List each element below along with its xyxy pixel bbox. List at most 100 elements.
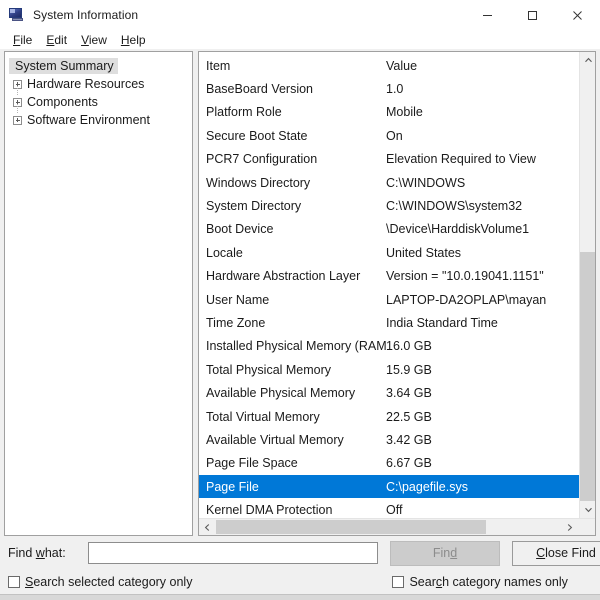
opt2-after: h category names only [442, 575, 568, 589]
cell-value: C:\pagefile.sys [386, 480, 579, 494]
search-category-names-option[interactable]: Search category names only [392, 575, 567, 589]
cell-value: 3.42 GB [386, 433, 595, 447]
tree-children: Hardware Resources Components Software Env… [5, 75, 192, 129]
table-row[interactable]: Platform RoleMobile [199, 101, 595, 124]
table-row[interactable]: Page FileC:\pagefile.sys [199, 475, 579, 498]
find-bar: Find what: Find Close Find [0, 536, 600, 570]
cell-item: Item [206, 59, 386, 73]
system-information-window: System Information File Edit View Help S… [0, 0, 600, 600]
cell-value: Elevation Required to View [386, 152, 595, 166]
close-button-accel: C [536, 546, 545, 560]
tree-item-hardware-resources[interactable]: Hardware Resources [5, 75, 192, 93]
cell-item: Secure Boot State [206, 129, 386, 143]
cell-value: LAPTOP-DA2OPLAP\mayan [386, 293, 595, 307]
cell-item: Installed Physical Memory (RAM) [206, 339, 386, 353]
menu-item-file[interactable]: File [7, 32, 38, 48]
cell-item: Available Physical Memory [206, 386, 386, 400]
find-label-accel: w [36, 546, 45, 560]
find-button-accel: d [450, 546, 457, 560]
opt1-after: earch selected category only [33, 575, 192, 589]
title-bar: System Information [0, 0, 600, 30]
find-input[interactable] [88, 542, 378, 564]
maximize-icon[interactable] [510, 0, 555, 30]
find-button[interactable]: Find [390, 541, 500, 566]
cell-item: Total Virtual Memory [206, 410, 386, 424]
menu-rest-file: ile [20, 33, 32, 47]
cell-item: BaseBoard Version [206, 82, 386, 96]
cell-value: Value [386, 59, 595, 73]
details-list-rows: ItemValueBaseBoard Version1.0Platform Ro… [199, 52, 595, 535]
table-row[interactable]: Total Physical Memory15.9 GB [199, 358, 595, 381]
table-row[interactable]: Installed Physical Memory (RAM)16.0 GB [199, 335, 595, 358]
horizontal-scrollbar-thumb[interactable] [216, 520, 486, 534]
cell-item: Boot Device [206, 222, 386, 236]
chevron-left-icon[interactable] [199, 519, 216, 535]
table-row[interactable]: Windows DirectoryC:\WINDOWS [199, 171, 595, 194]
cell-value: 1.0 [386, 82, 595, 96]
search-category-names-label: Search category names only [409, 575, 567, 589]
content-area: System Summary Hardware Resources Compone… [0, 49, 600, 536]
horizontal-scrollbar[interactable] [199, 518, 595, 535]
category-tree[interactable]: System Summary Hardware Resources Compone… [4, 51, 193, 536]
menu-item-view[interactable]: View [75, 32, 113, 48]
table-row[interactable]: PCR7 ConfigurationElevation Required to … [199, 148, 595, 171]
menu-item-edit[interactable]: Edit [40, 32, 73, 48]
tree-item-label: Components [27, 95, 98, 109]
table-row[interactable]: Boot Device\Device\HarddiskVolume1 [199, 218, 595, 241]
title-bar-left: System Information [0, 8, 138, 22]
opt2-before: Sear [409, 575, 435, 589]
cell-value: India Standard Time [386, 316, 595, 330]
search-category-names-checkbox[interactable] [392, 576, 404, 588]
table-row[interactable]: User NameLAPTOP-DA2OPLAP\mayan [199, 288, 595, 311]
menu-item-help[interactable]: Help [115, 32, 152, 48]
chevron-right-icon[interactable] [561, 519, 578, 535]
tree-item-label: Software Environment [27, 113, 150, 127]
vertical-scrollbar[interactable] [579, 52, 595, 518]
vertical-scrollbar-thumb[interactable] [580, 252, 595, 501]
close-button-after: lose Find [545, 546, 596, 560]
cell-item: Available Virtual Memory [206, 433, 386, 447]
close-icon[interactable] [555, 0, 600, 30]
cell-item: System Directory [206, 199, 386, 213]
tree-item-components[interactable]: Components [5, 93, 192, 111]
tree-item-software-environment[interactable]: Software Environment [5, 111, 192, 129]
table-row[interactable]: Time ZoneIndia Standard Time [199, 311, 595, 334]
table-row[interactable]: Available Physical Memory3.64 GB [199, 381, 595, 404]
chevron-down-icon[interactable] [580, 501, 596, 518]
table-row[interactable]: Page File Space6.67 GB [199, 452, 595, 475]
expand-plus-icon[interactable] [13, 116, 22, 125]
search-selected-category-checkbox[interactable] [8, 576, 20, 588]
cell-item: Page File [206, 480, 386, 494]
cell-item: Windows Directory [206, 176, 386, 190]
cell-value: C:\WINDOWS\system32 [386, 199, 595, 213]
cell-value: Mobile [386, 105, 595, 119]
cell-item: Locale [206, 246, 386, 260]
menu-bar: File Edit View Help [0, 30, 600, 49]
column-header-row[interactable]: ItemValue [199, 54, 595, 77]
table-row[interactable]: Secure Boot StateOn [199, 124, 595, 147]
table-row[interactable]: BaseBoard Version1.0 [199, 77, 595, 100]
table-row[interactable]: Total Virtual Memory22.5 GB [199, 405, 595, 428]
cell-value: 16.0 GB [386, 339, 595, 353]
window-controls [465, 0, 600, 30]
table-row[interactable]: Hardware Abstraction LayerVersion = "10.… [199, 265, 595, 288]
close-find-button[interactable]: Close Find [512, 541, 600, 566]
cell-value: C:\WINDOWS [386, 176, 595, 190]
tree-item-system-summary[interactable]: System Summary [9, 58, 118, 74]
chevron-up-icon[interactable] [580, 52, 596, 69]
menu-accel-view: V [81, 33, 89, 47]
cell-value: Off [386, 503, 595, 517]
table-row[interactable]: LocaleUnited States [199, 241, 595, 264]
details-list[interactable]: ItemValueBaseBoard Version1.0Platform Ro… [198, 51, 596, 536]
find-label-after: hat: [45, 546, 66, 560]
cell-item: Kernel DMA Protection [206, 503, 386, 517]
search-selected-category-option[interactable]: Search selected category only [8, 575, 192, 589]
cell-value: On [386, 129, 595, 143]
menu-rest-view: iew [89, 33, 107, 47]
cell-value: 3.64 GB [386, 386, 595, 400]
table-row[interactable]: System DirectoryC:\WINDOWS\system32 [199, 194, 595, 217]
minimize-icon[interactable] [465, 0, 510, 30]
cell-value: 22.5 GB [386, 410, 595, 424]
table-row[interactable]: Available Virtual Memory3.42 GB [199, 428, 595, 451]
search-selected-category-label: Search selected category only [25, 575, 192, 589]
